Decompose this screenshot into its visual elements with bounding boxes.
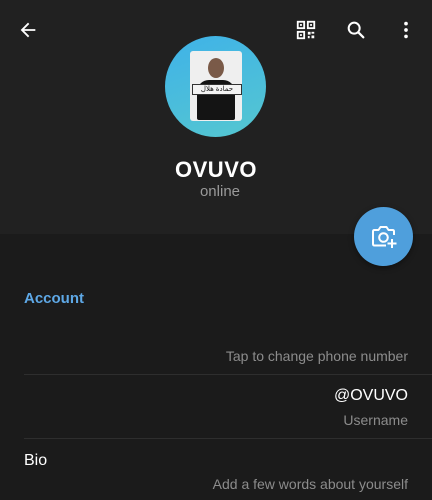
more-vertical-icon — [404, 21, 408, 39]
profile-screen: حمادة هلال OVUVO online Account Tap to c… — [0, 0, 432, 500]
divider — [24, 438, 432, 439]
profile-status: online — [199, 183, 241, 200]
account-section-title: Account — [24, 290, 84, 307]
username-value[interactable]: @OVUVO — [334, 387, 408, 405]
search-button[interactable] — [338, 12, 374, 48]
bio-hint: Add a few words about yourself — [212, 476, 408, 492]
avatar-person-head — [208, 58, 224, 78]
profile-name: OVUVO — [175, 157, 257, 182]
arrow-left-icon — [20, 22, 36, 38]
qr-code-icon — [296, 20, 316, 40]
avatar[interactable]: حمادة هلال — [165, 36, 266, 137]
search-icon — [347, 21, 365, 39]
qr-code-button[interactable] — [288, 12, 324, 48]
back-button[interactable] — [10, 12, 46, 48]
camera-add-icon — [371, 225, 396, 248]
bio-field[interactable]: Bio — [24, 452, 47, 470]
set-photo-button[interactable] — [354, 207, 413, 266]
divider — [24, 374, 432, 375]
avatar-caption: حمادة هلال — [192, 84, 242, 95]
phone-number-row[interactable]: Tap to change phone number — [226, 348, 408, 364]
more-options-button[interactable] — [388, 12, 424, 48]
profile-header: حمادة هلال OVUVO online — [0, 0, 432, 234]
username-hint: Username — [343, 412, 408, 428]
